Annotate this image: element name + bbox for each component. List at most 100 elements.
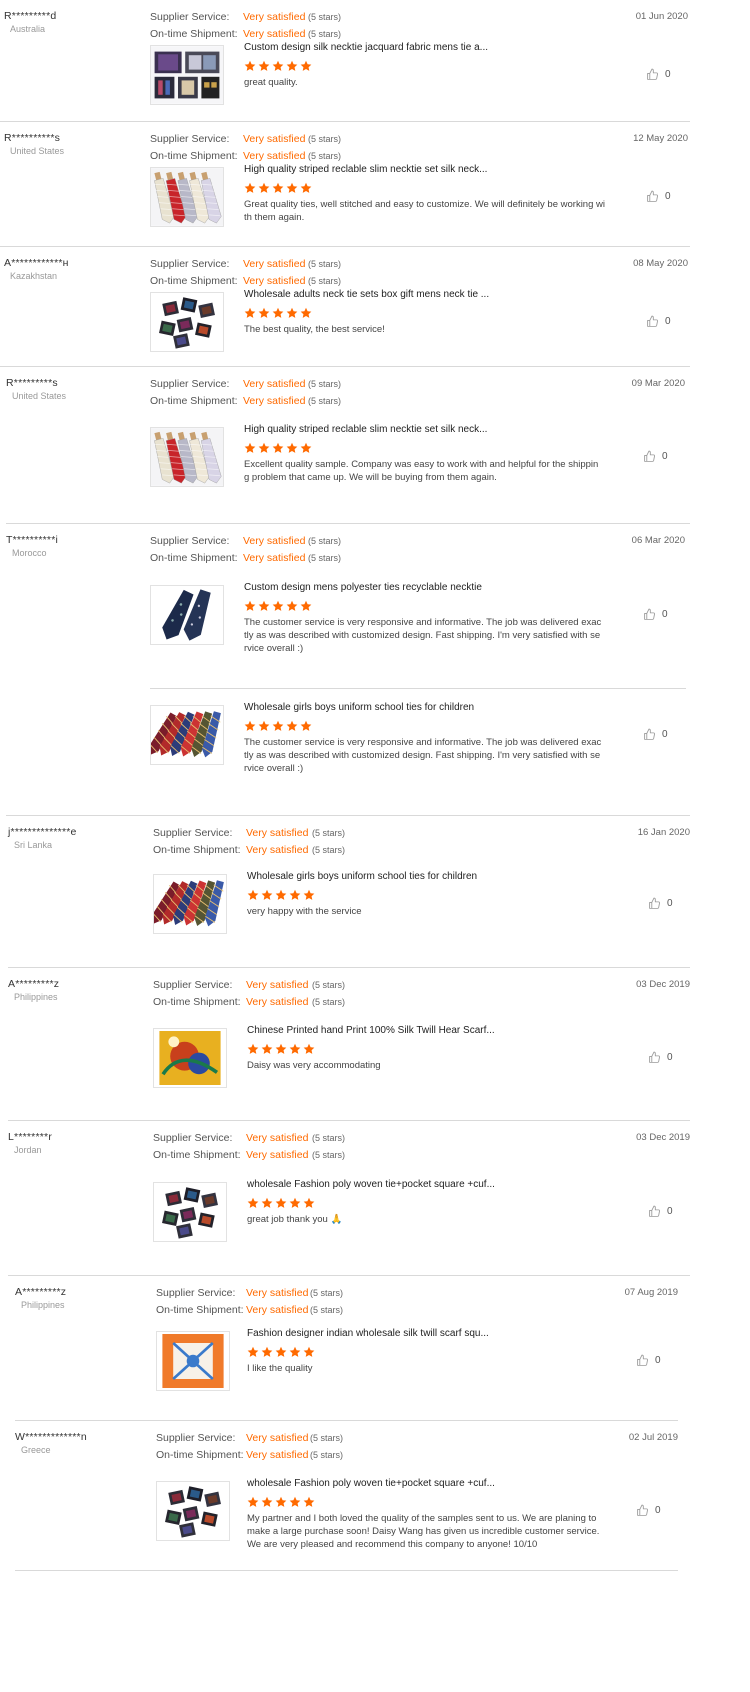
like-count: 0 — [667, 1206, 673, 1217]
review-card: A************н Kazakhstan Supplier Service… — [0, 247, 690, 367]
product-title[interactable]: Wholesale adults neck tie sets box gift … — [244, 289, 489, 300]
star-icon — [300, 182, 312, 193]
thumbs-up-icon — [647, 315, 658, 327]
star-icon — [272, 60, 284, 71]
school-ties-image — [151, 706, 223, 764]
star-icon — [303, 1197, 315, 1208]
rating-stars — [247, 1346, 315, 1360]
like-count: 0 — [665, 69, 671, 80]
rating-stars — [244, 442, 312, 456]
product-title[interactable]: wholesale Fashion poly woven tie+pocket … — [247, 1478, 495, 1489]
product-thumbnail[interactable] — [150, 292, 224, 352]
reviewed-product: Chinese Printed hand Print 100% Silk Twi… — [8, 968, 690, 1120]
star-icon — [275, 1346, 287, 1357]
like-button[interactable]: 0 — [636, 1354, 661, 1367]
product-title[interactable]: Wholesale girls boys uniform school ties… — [244, 702, 474, 713]
product-thumbnail[interactable] — [150, 45, 224, 105]
star-icon — [244, 442, 256, 453]
reviewed-product: Wholesale girls boys uniform school ties… — [6, 524, 690, 815]
silk-scarf-orange-image — [157, 1332, 229, 1390]
thumbs-up-icon — [637, 1504, 648, 1516]
reviewed-product: Wholesale girls boys uniform school ties… — [8, 816, 690, 967]
review-card: W*************n Greece Supplier Service: Ve… — [15, 1421, 678, 1571]
star-icon — [244, 60, 256, 71]
reviewed-product: High quality striped reclable slim neckt… — [6, 367, 690, 523]
product-title[interactable]: High quality striped reclable slim neckt… — [244, 164, 487, 175]
star-icon — [289, 889, 301, 900]
product-title[interactable]: Fashion designer indian wholesale silk t… — [247, 1328, 489, 1339]
product-thumbnail[interactable] — [153, 1182, 227, 1242]
like-button[interactable]: 0 — [646, 190, 671, 203]
like-count: 0 — [662, 729, 668, 740]
like-button[interactable]: 0 — [643, 450, 668, 463]
star-icon — [258, 720, 270, 731]
like-count: 0 — [662, 451, 668, 462]
star-icon — [286, 307, 298, 318]
review-comment: great job thank you 🙏 — [247, 1214, 343, 1225]
star-icon — [275, 1197, 287, 1208]
silk-scarf-yellow-image — [154, 1029, 226, 1087]
review-card: T**********i Morocco Supplier Service: Very… — [6, 524, 690, 816]
product-thumbnail[interactable] — [153, 874, 227, 934]
product-thumbnail[interactable] — [153, 1028, 227, 1088]
product-thumbnail[interactable] — [150, 427, 224, 487]
star-icon — [272, 182, 284, 193]
product-thumbnail[interactable] — [156, 1331, 230, 1391]
rating-stars — [244, 182, 312, 196]
review-comment: I like the quality — [247, 1363, 313, 1374]
star-icon — [261, 1496, 273, 1507]
gift-boxes-image — [157, 1482, 229, 1540]
product-thumbnail[interactable] — [156, 1481, 230, 1541]
star-icon — [289, 1346, 301, 1357]
review-comment: Excellent quality sample. Company was ea… — [244, 459, 599, 483]
thumbs-up-icon — [647, 68, 658, 80]
star-icon — [303, 1346, 315, 1357]
review-comment: Daisy was very accommodating — [247, 1060, 381, 1071]
product-title[interactable]: wholesale Fashion poly woven tie+pocket … — [247, 1179, 495, 1190]
rating-stars — [244, 307, 312, 321]
star-icon — [272, 720, 284, 731]
like-count: 0 — [665, 191, 671, 202]
striped-ties-image — [151, 428, 223, 486]
product-title[interactable]: Wholesale girls boys uniform school ties… — [247, 871, 477, 882]
star-icon — [286, 720, 298, 731]
thumbs-up-icon — [649, 897, 660, 909]
like-button[interactable]: 0 — [643, 728, 668, 741]
rating-stars — [247, 889, 315, 903]
like-count: 0 — [655, 1355, 661, 1366]
star-icon — [303, 1496, 315, 1507]
star-icon — [247, 1043, 259, 1054]
star-icon — [286, 442, 298, 453]
review-list: R*********d Australia Supplier Service: Ver… — [0, 0, 750, 1692]
like-button[interactable]: 0 — [646, 68, 671, 81]
review-card: A*********z Philippines Supplier Service: V… — [15, 1276, 678, 1421]
star-icon — [244, 720, 256, 731]
star-icon — [258, 182, 270, 193]
review-card: L********r Jordan Supplier Service: Very sa… — [8, 1121, 690, 1276]
star-icon — [303, 1043, 315, 1054]
gift-boxes-image — [154, 1183, 226, 1241]
star-icon — [247, 889, 259, 900]
star-icon — [289, 1496, 301, 1507]
star-icon — [261, 1043, 273, 1054]
star-icon — [258, 442, 270, 453]
like-button[interactable]: 0 — [648, 1051, 673, 1064]
review-card: R*********s United States Supplier Service… — [6, 367, 690, 524]
product-title[interactable]: Custom design silk necktie jacquard fabr… — [244, 42, 488, 53]
star-icon — [300, 442, 312, 453]
like-button[interactable]: 0 — [646, 315, 671, 328]
star-icon — [272, 442, 284, 453]
reviewed-product: Custom design silk necktie jacquard fabr… — [0, 0, 690, 121]
like-button[interactable]: 0 — [648, 1205, 673, 1218]
like-button[interactable]: 0 — [648, 897, 673, 910]
star-icon — [289, 1043, 301, 1054]
reviewed-product: Wholesale adults neck tie sets box gift … — [0, 247, 690, 366]
product-title[interactable]: Chinese Printed hand Print 100% Silk Twi… — [247, 1025, 495, 1036]
product-thumbnail[interactable] — [150, 167, 224, 227]
review-card: A*********z Philippines Supplier Service: V… — [8, 968, 690, 1121]
product-title[interactable]: High quality striped reclable slim neckt… — [244, 424, 487, 435]
review-comment: Great quality ties, well stitched and ea… — [244, 199, 605, 223]
thumbs-up-icon — [644, 728, 655, 740]
like-button[interactable]: 0 — [636, 1504, 661, 1517]
product-thumbnail[interactable] — [150, 705, 224, 765]
